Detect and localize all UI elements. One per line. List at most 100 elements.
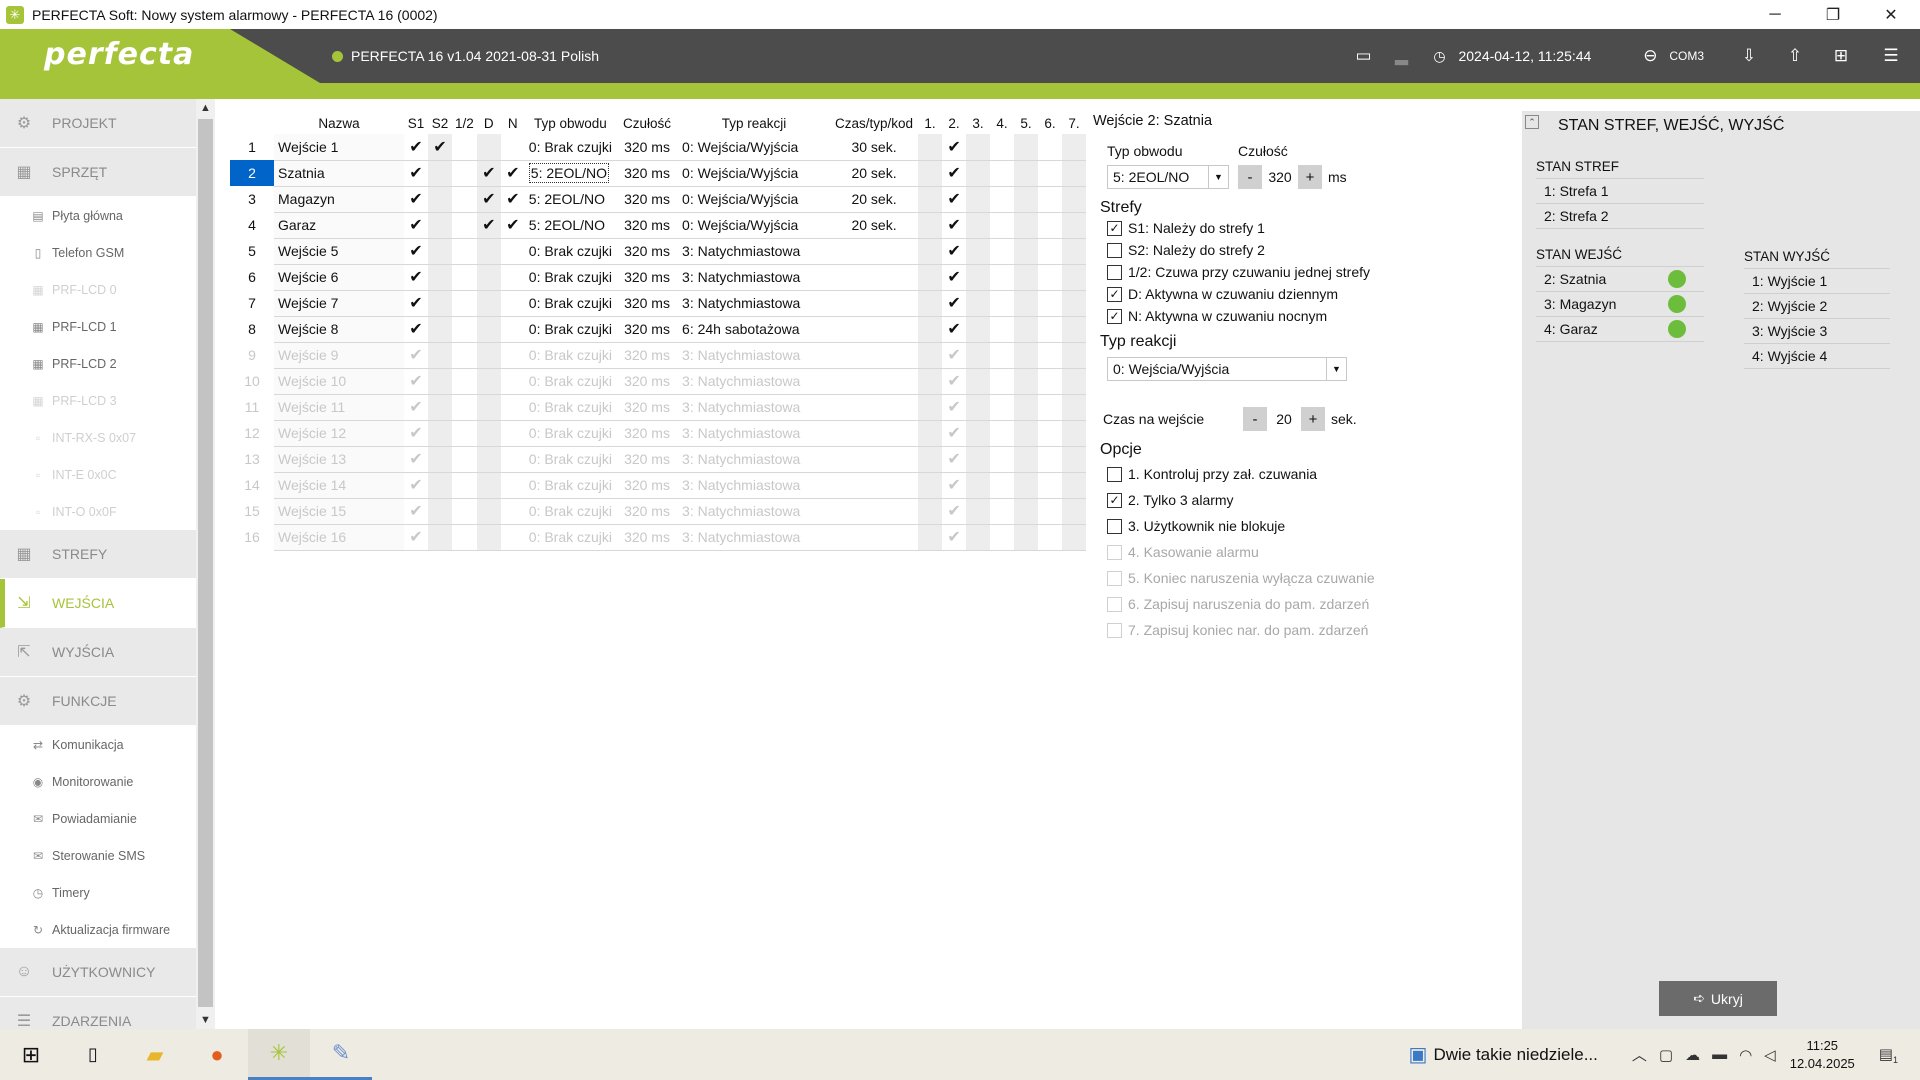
row-number[interactable]: 11 (230, 394, 274, 420)
option6-cell[interactable] (1038, 472, 1063, 499)
option5-cell[interactable] (1014, 290, 1039, 317)
row-number[interactable]: 14 (230, 472, 274, 498)
option5-cell[interactable] (1014, 212, 1039, 239)
zone-checkbox[interactable]: S2: Należy do strefy 2 (1107, 239, 1493, 261)
sidebar-item[interactable]: ✉ Powiadamianie (0, 800, 196, 837)
day-arm-check-cell[interactable]: ✔ (476, 212, 501, 239)
option3-cell[interactable] (966, 238, 991, 265)
half-arm-check-cell[interactable] (452, 498, 477, 525)
row-number[interactable]: 10 (230, 368, 274, 394)
sensitivity-cell[interactable]: 320 ms (616, 186, 679, 213)
circuit-type-cell[interactable]: 5: 2EOL/NO (524, 186, 617, 213)
time-cell[interactable]: 20 sek. (830, 212, 919, 239)
zone2-check-cell[interactable] (428, 420, 452, 447)
sensitivity-cell[interactable]: 320 ms (616, 524, 679, 551)
reaction-type-cell[interactable]: 0: Wejścia/Wyjścia (678, 212, 831, 239)
reaction-type-cell[interactable]: 3: Natychmiastowa (678, 290, 831, 317)
zone2-check-cell[interactable] (428, 524, 452, 551)
table-row[interactable]: 7 Wejście 7 ✔ 0: Brak czujki 320 ms 3: Natych… (230, 290, 1087, 317)
zone2-check-cell[interactable] (428, 186, 452, 213)
zone-checkbox[interactable]: ✓ D: Aktywna w czuwaniu dziennym (1107, 283, 1493, 305)
circuit-type-cell[interactable]: 0: Brak czujki (524, 498, 617, 525)
column-header[interactable]: 1. (918, 113, 942, 134)
zone1-check-cell[interactable]: ✔ (404, 264, 428, 291)
time-cell[interactable] (830, 420, 919, 447)
option2-cell[interactable]: ✔ (942, 446, 967, 473)
column-header[interactable]: 5. (1014, 113, 1038, 134)
column-header[interactable]: Czułość (616, 113, 678, 134)
file-explorer-icon[interactable]: ▰ (124, 1029, 186, 1080)
notification-text[interactable]: Dwie takie niedziele... (1433, 1045, 1597, 1065)
circuit-type-cell[interactable]: 5: 2EOL/NO (524, 160, 617, 187)
option5-cell[interactable] (1014, 342, 1039, 369)
scroll-thumb[interactable] (198, 119, 213, 1007)
restore-button[interactable]: ❐ (1804, 0, 1862, 29)
option1-cell[interactable] (918, 420, 943, 447)
option3-cell[interactable] (966, 368, 991, 395)
sidebar-item[interactable]: ▤ Płyta główna (0, 197, 196, 234)
column-header[interactable]: 4. (990, 113, 1014, 134)
sidebar-item[interactable]: ✉ Sterowanie SMS (0, 837, 196, 874)
option3-cell[interactable] (966, 316, 991, 343)
time-cell[interactable] (830, 342, 919, 369)
time-cell[interactable] (830, 316, 919, 343)
cloud-icon[interactable]: ☁ (1685, 1046, 1700, 1064)
input-name-cell[interactable]: Wejście 15 (274, 498, 404, 525)
reaction-type-cell[interactable]: 6: 24h sabotażowa (678, 316, 831, 343)
option1-cell[interactable] (918, 472, 943, 499)
zone2-check-cell[interactable] (428, 472, 452, 499)
option6-cell[interactable] (1038, 134, 1063, 161)
option7-cell[interactable] (1062, 498, 1087, 525)
input-name-cell[interactable]: Wejście 8 (274, 316, 404, 343)
night-arm-check-cell[interactable] (500, 420, 525, 447)
option4-cell[interactable] (990, 186, 1015, 213)
option-checkbox[interactable]: 3. Użytkownik nie blokuje (1107, 513, 1493, 539)
time-cell[interactable] (830, 238, 919, 265)
zone1-check-cell[interactable]: ✔ (404, 524, 428, 551)
time-cell[interactable] (830, 472, 919, 499)
option6-cell[interactable] (1038, 394, 1063, 421)
day-arm-check-cell[interactable] (476, 368, 501, 395)
column-header[interactable]: 1/2 (452, 113, 477, 134)
column-header[interactable]: 6. (1038, 113, 1062, 134)
circuit-type-cell[interactable]: 0: Brak czujki (524, 472, 617, 499)
option7-cell[interactable] (1062, 212, 1087, 239)
input-name-cell[interactable]: Wejście 6 (274, 264, 404, 291)
option5-cell[interactable] (1014, 316, 1039, 343)
checkbox[interactable]: ✓ (1107, 286, 1122, 302)
night-arm-check-cell[interactable] (500, 342, 525, 369)
option1-cell[interactable] (918, 524, 943, 551)
scroll-down-icon[interactable]: ▼ (196, 1011, 215, 1029)
input-name-cell[interactable]: Wejście 13 (274, 446, 404, 473)
input-name-cell[interactable]: Wejście 14 (274, 472, 404, 499)
battery-icon[interactable]: ▬ (1712, 1046, 1727, 1063)
column-header[interactable]: N (501, 113, 525, 134)
sidebar-item[interactable]: ▦ SPRZĘT (0, 148, 196, 197)
reaction-type-cell[interactable]: 3: Natychmiastowa (678, 472, 831, 499)
zone1-check-cell[interactable]: ✔ (404, 498, 428, 525)
zone2-check-cell[interactable] (428, 446, 452, 473)
column-header[interactable]: Typ obwodu (525, 113, 616, 134)
sensitivity-cell[interactable]: 320 ms (616, 264, 679, 291)
option2-cell[interactable]: ✔ (942, 264, 967, 291)
half-arm-check-cell[interactable] (452, 212, 477, 239)
row-number[interactable]: 5 (230, 238, 274, 264)
time-cell[interactable] (830, 394, 919, 421)
close-button[interactable]: ✕ (1862, 0, 1920, 29)
option1-cell[interactable] (918, 212, 943, 239)
table-row[interactable]: 4 Garaz ✔ ✔ ✔ 5: 2EOL/NO 320 ms 0: Wejścia/Wyjś… (230, 212, 1087, 239)
table-row[interactable]: 13 Wejście 13 ✔ 0: Brak czujki 320 ms 3: Naty… (230, 446, 1087, 473)
night-arm-check-cell[interactable] (500, 264, 525, 291)
column-header[interactable]: Nazwa (274, 113, 404, 134)
option7-cell[interactable] (1062, 264, 1087, 291)
option2-cell[interactable]: ✔ (942, 160, 967, 187)
row-number[interactable]: 6 (230, 264, 274, 290)
day-arm-check-cell[interactable] (476, 238, 501, 265)
day-arm-check-cell[interactable] (476, 316, 501, 343)
meet-icon[interactable]: ▢ (1659, 1046, 1673, 1064)
sidebar-item[interactable]: ↻ Aktualizacja firmware (0, 911, 196, 948)
option3-cell[interactable] (966, 186, 991, 213)
night-arm-check-cell[interactable] (500, 472, 525, 499)
checkbox[interactable]: ✓ (1107, 492, 1122, 508)
sensitivity-cell[interactable]: 320 ms (616, 134, 679, 161)
